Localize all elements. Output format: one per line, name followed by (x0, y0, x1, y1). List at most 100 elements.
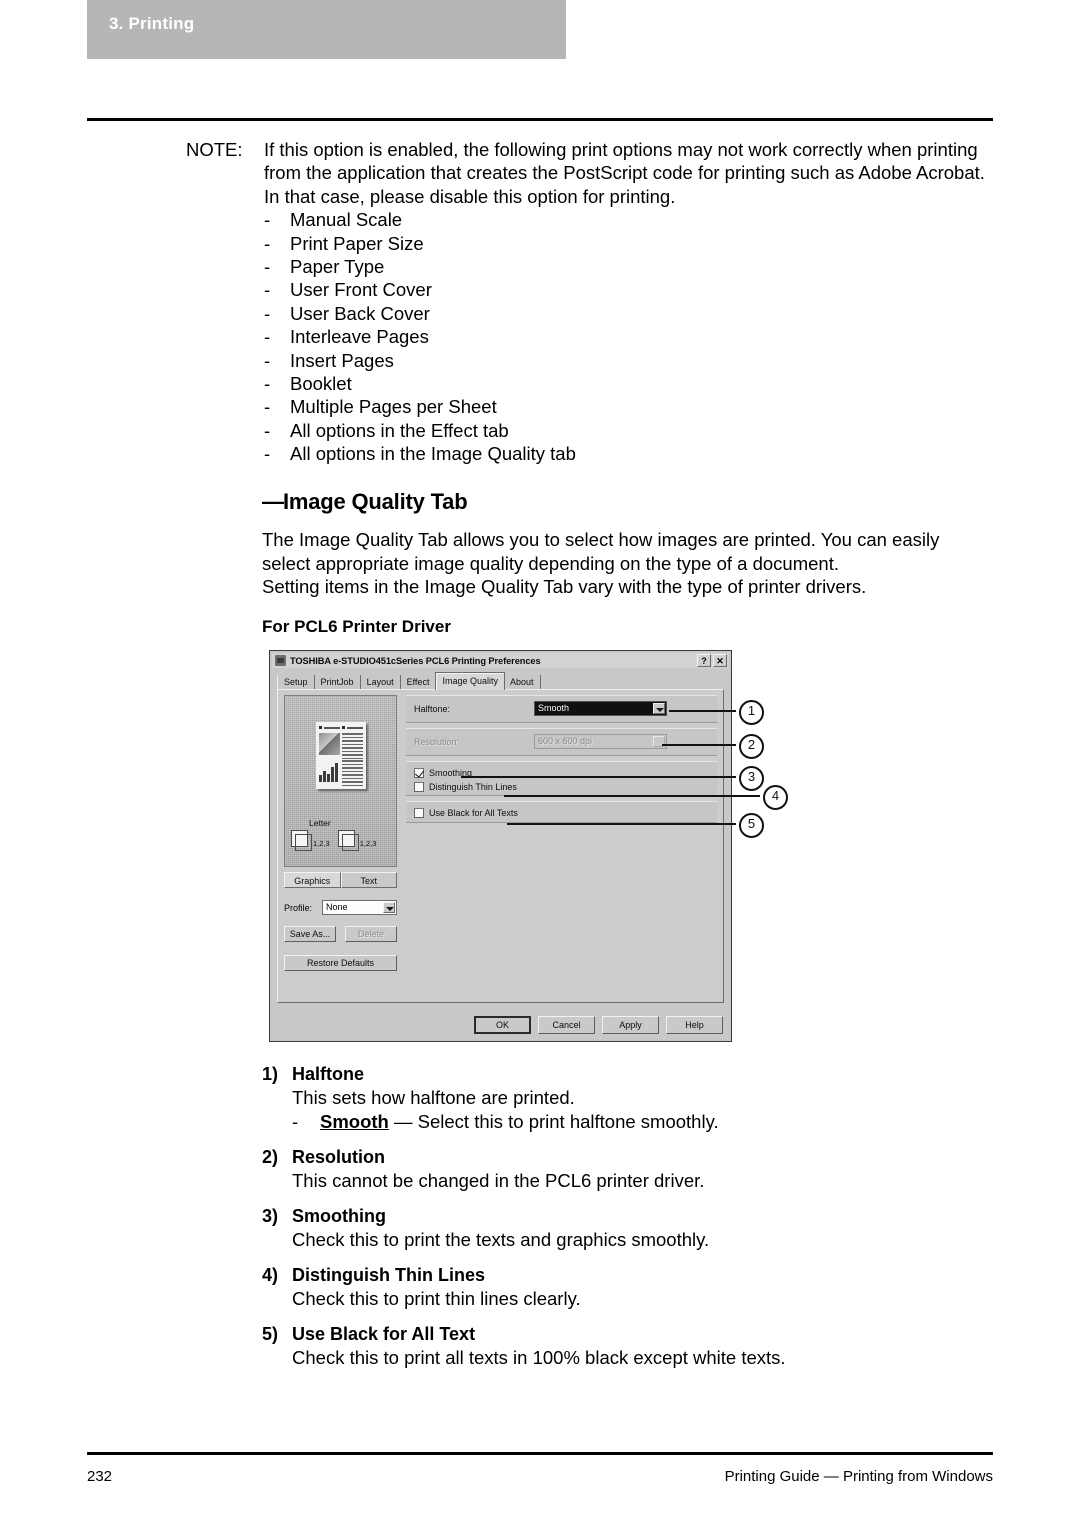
list-item-label: Booklet (290, 373, 352, 395)
profile-value: None (326, 902, 348, 912)
tab-image-quality[interactable]: Image Quality (435, 672, 505, 690)
apply-button[interactable]: Apply (602, 1016, 659, 1034)
item-title: Smoothing (292, 1206, 386, 1226)
callout-bubble-5: 5 (739, 813, 764, 838)
chapter-header-band: 3. Printing (87, 0, 566, 59)
explanation-item-halftone: 1) Halftone This sets how halftone are p… (262, 1062, 982, 1134)
halftone-value: Smooth (538, 703, 570, 713)
item-description: Check this to print thin lines clearly. (292, 1288, 581, 1309)
dialog-titlebar: TOSHIBA e-STUDIO451cSeries PCL6 Printing… (272, 653, 729, 668)
page-number: 232 (87, 1468, 113, 1485)
list-item: - Multiple Pages per Sheet (264, 395, 996, 418)
ok-button[interactable]: OK (474, 1016, 531, 1034)
printer-icon (275, 655, 286, 666)
dash-marker: - (264, 279, 271, 301)
tab-effect[interactable]: Effect (400, 675, 437, 690)
distinguish-thin-lines-checkbox-row[interactable]: Distinguish Thin Lines (414, 782, 517, 792)
item-description: This sets how halftone are printed. (292, 1087, 575, 1108)
resolution-group: Resolution: 600 x 600 dpi (406, 728, 717, 756)
tab-about[interactable]: About (503, 675, 541, 690)
list-item-label: User Front Cover (290, 279, 432, 301)
item-number: 2) (262, 1147, 279, 1167)
checkbox-icon[interactable] (414, 768, 424, 778)
explanation-item-distinguish-thin-lines: 4) Distinguish Thin Lines Check this to … (262, 1263, 982, 1311)
text-button[interactable]: Text (340, 872, 397, 888)
item-subpoint-text: — Select this to print halftone smoothly… (388, 1111, 719, 1132)
preview-mode-buttons: Graphics Text (284, 872, 397, 888)
tab-printjob[interactable]: PrintJob (314, 675, 361, 690)
dash-marker: - (264, 302, 271, 324)
footer-rule (87, 1452, 993, 1455)
printing-preferences-dialog: TOSHIBA e-STUDIO451cSeries PCL6 Printing… (269, 650, 732, 1042)
save-as-button[interactable]: Save As... (284, 926, 336, 942)
checkbox-icon[interactable] (414, 808, 424, 818)
help-button[interactable]: Help (666, 1016, 723, 1034)
page-order-icons: 1,2,3 1,2,3 (291, 830, 377, 851)
item-description: Check this to print the texts and graphi… (292, 1229, 710, 1250)
page-stack-icon: 1,2,3 (337, 830, 377, 851)
dialog-screenshot: TOSHIBA e-STUDIO451cSeries PCL6 Printing… (269, 650, 734, 1044)
note-paragraph: If this option is enabled, the following… (264, 139, 985, 207)
explanation-item-use-black-for-all-text: 5) Use Black for All Text Check this to … (262, 1322, 982, 1370)
dash-marker: - (264, 326, 271, 348)
list-item-label: All options in the Image Quality tab (290, 443, 576, 465)
distinguish-thin-lines-label: Distinguish Thin Lines (429, 782, 517, 792)
thumb-photo (319, 733, 340, 755)
thumb-text-column-1 (342, 733, 363, 761)
item-title: Use Black for All Text (292, 1324, 476, 1344)
tab-layout[interactable]: Layout (360, 675, 401, 690)
close-icon[interactable]: ✕ (713, 654, 727, 667)
chevron-down-icon[interactable] (383, 902, 395, 913)
chevron-down-icon (653, 736, 665, 747)
section-intro-line-2: select appropriate image quality dependi… (262, 552, 839, 574)
list-item: - User Back Cover (264, 302, 996, 325)
profile-select[interactable]: None (322, 900, 397, 915)
section-intro: The Image Quality Tab allows you to sele… (262, 528, 1002, 599)
item-title: Distinguish Thin Lines (292, 1265, 485, 1285)
list-item-label: Interleave Pages (290, 326, 429, 348)
chevron-down-icon[interactable] (653, 703, 665, 714)
help-icon[interactable]: ? (697, 654, 711, 667)
image-quality-settings: Halftone: Smooth Resolution: 600 x 600 d… (406, 695, 717, 996)
item-title: Resolution (292, 1147, 385, 1167)
thumb-text-column-2 (342, 760, 363, 788)
sheet-icon (337, 830, 359, 851)
list-item-label: Multiple Pages per Sheet (290, 396, 497, 418)
header-rule (87, 118, 993, 121)
graphics-button[interactable]: Graphics (284, 872, 341, 888)
list-item-label: Paper Type (290, 256, 385, 278)
callout-bubble-3: 3 (739, 766, 764, 791)
cancel-button[interactable]: Cancel (538, 1016, 595, 1034)
section-intro-line-1: The Image Quality Tab allows you to sele… (262, 529, 940, 550)
section-heading: —Image Quality Tab (262, 489, 468, 515)
halftone-select[interactable]: Smooth (534, 701, 667, 716)
list-item: - Interleave Pages (264, 325, 996, 348)
footer-guide-title: Printing Guide — Printing from Windows (724, 1468, 993, 1485)
page-order-label: 1,2,3 (359, 839, 377, 848)
list-item: - Print Paper Size (264, 232, 996, 255)
use-black-for-all-texts-label: Use Black for All Texts (429, 808, 518, 818)
tab-setup[interactable]: Setup (277, 675, 315, 690)
smoothing-checkbox-row[interactable]: Smoothing (414, 768, 472, 778)
smoothing-label: Smoothing (429, 768, 473, 778)
subsection-heading: For PCL6 Printer Driver (262, 617, 451, 636)
tab-page-image-quality: Letter 1,2,3 1,2,3 Graphics Text Profile… (277, 689, 724, 1003)
dialog-action-buttons: OK Cancel Apply Help (474, 1016, 723, 1034)
profile-row: Profile: None (284, 900, 397, 915)
list-item-label: All options in the Effect tab (290, 419, 509, 441)
explanation-list: 1) Halftone This sets how halftone are p… (262, 1062, 982, 1381)
document-thumbnail-icon (316, 722, 366, 789)
dash-marker: - (264, 349, 271, 371)
callout-bubble-4: 4 (763, 785, 788, 810)
halftone-label: Halftone: (414, 704, 451, 714)
checkbox-icon[interactable] (414, 782, 424, 792)
use-black-for-all-texts-checkbox-row[interactable]: Use Black for All Texts (414, 808, 518, 818)
dash-marker: - (264, 419, 271, 441)
dash-marker: - (292, 1111, 299, 1132)
sheet-icon (291, 830, 312, 851)
dash-marker: - (264, 396, 271, 418)
item-number: 4) (262, 1265, 279, 1285)
dash-marker: - (264, 443, 271, 465)
page-order-label: 1,2,3 (313, 839, 330, 848)
restore-defaults-button[interactable]: Restore Defaults (284, 955, 397, 971)
